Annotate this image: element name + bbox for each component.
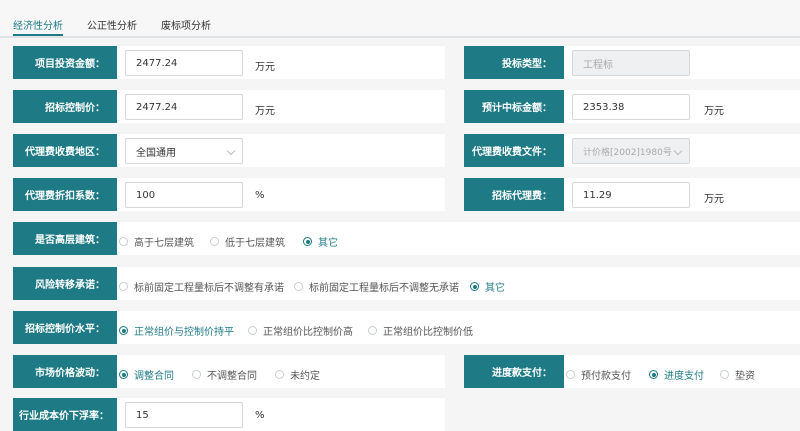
radio-label: 正常组价与控制价持平 [134, 327, 234, 338]
fee-document-cell: 计价格[2002]1980号 [564, 134, 800, 167]
radio-circle [210, 237, 219, 246]
cost-float-unit: % [255, 410, 265, 421]
discount-unit: % [255, 190, 265, 201]
radio-control-equal[interactable]: 正常组价与控制价持平 [119, 323, 234, 338]
radio-circle [368, 326, 377, 335]
radio-circle [649, 370, 658, 379]
radio-label: 未约定 [290, 371, 320, 382]
fee-document-select: 计价格[2002]1980号 [572, 138, 690, 164]
radio-circle [470, 282, 479, 291]
fee-region-cell: 全国通用 [117, 134, 445, 167]
expected-amount-cell: 2353.38 万元 [564, 90, 800, 123]
chevron-down-icon [226, 146, 236, 156]
radio-below-seven-floors[interactable]: 低于七层建筑 [210, 234, 285, 249]
market-fluct-label: 市场价格波动： [13, 355, 117, 388]
radio-circle [119, 237, 128, 246]
radio-circle [720, 370, 729, 379]
cost-float-cell: 15 % [117, 398, 445, 431]
fee-region-value: 全国通用 [136, 147, 176, 159]
radio-risk-without-promise[interactable]: 标前固定工程量标后不调整无承诺 [294, 279, 459, 294]
tab-bar: 经济性分析 公正性分析 废标项分析 [0, 0, 800, 38]
fee-region-select[interactable]: 全国通用 [125, 138, 243, 164]
investment-input[interactable]: 2477.24 [125, 50, 243, 76]
progress-pay-label: 进度款支付： [464, 355, 564, 388]
progress-pay-cell: 预付款支付 进度支付 垫资 [564, 355, 800, 388]
radio-label: 预付款支付 [581, 371, 631, 382]
tab-invalid-bid-analysis[interactable]: 废标项分析 [161, 17, 211, 32]
radio-circle [119, 370, 128, 379]
investment-cell: 2477.24 万元 [117, 46, 445, 79]
radio-no-adjust-contract[interactable]: 不调整合同 [192, 367, 257, 382]
investment-unit: 万元 [255, 62, 275, 73]
radio-label: 进度支付 [664, 371, 704, 382]
high-rise-label: 是否高层建筑： [13, 222, 117, 255]
chevron-down-icon [673, 146, 683, 156]
radio-control-lower[interactable]: 正常组价比控制价低 [368, 323, 473, 338]
radio-circle [192, 370, 201, 379]
market-fluct-cell: 调整合同 不调整合同 未约定 [117, 355, 445, 388]
radio-circle [294, 282, 303, 291]
radio-label: 其它 [318, 238, 338, 249]
fee-document-label: 代理费收费文件： [464, 134, 564, 167]
radio-label: 低于七层建筑 [225, 238, 285, 249]
radio-progress-payment[interactable]: 进度支付 [649, 367, 704, 382]
discount-label: 代理费折扣系数： [13, 178, 117, 211]
control-price-input[interactable]: 2477.24 [125, 94, 243, 120]
bid-type-cell: 工程标 [564, 46, 800, 79]
discount-cell: 100 % [117, 178, 445, 211]
radio-label: 不调整合同 [207, 371, 257, 382]
control-level-cell: 正常组价与控制价持平 正常组价比控制价高 正常组价比控制价低 [117, 311, 800, 344]
radio-label: 正常组价比控制价低 [383, 327, 473, 338]
fee-region-label: 代理费收费地区： [13, 134, 117, 167]
radio-circle [566, 370, 575, 379]
radio-not-agreed[interactable]: 未约定 [275, 367, 320, 382]
risk-transfer-cell: 标前固定工程量标后不调整有承诺 标前固定工程量标后不调整无承诺 其它 [117, 267, 800, 300]
risk-transfer-label: 风险转移承诺： [13, 267, 117, 300]
radio-control-higher[interactable]: 正常组价比控制价高 [248, 323, 353, 338]
active-tab-indicator [13, 34, 63, 36]
control-price-unit: 万元 [255, 106, 275, 117]
tab-fairness-analysis[interactable]: 公正性分析 [87, 17, 137, 32]
tab-economic-analysis[interactable]: 经济性分析 [13, 17, 63, 32]
high-rise-cell: 高于七层建筑 低于七层建筑 其它 [117, 222, 800, 255]
discount-input[interactable]: 100 [125, 182, 243, 208]
radio-adjust-contract[interactable]: 调整合同 [119, 367, 174, 382]
radio-label: 调整合同 [134, 371, 174, 382]
control-price-label: 招标控制价： [13, 90, 117, 123]
control-level-label: 招标控制价水平： [13, 311, 117, 344]
radio-label: 高于七层建筑 [134, 238, 194, 249]
control-price-cell: 2477.24 万元 [117, 90, 445, 123]
radio-circle [119, 326, 128, 335]
agency-fee-unit: 万元 [704, 194, 724, 205]
radio-high-rise-other[interactable]: 其它 [303, 234, 338, 249]
expected-amount-unit: 万元 [704, 106, 724, 117]
radio-advance-payment[interactable]: 预付款支付 [566, 367, 631, 382]
radio-label: 垫资 [735, 371, 755, 382]
agency-fee-input[interactable]: 11.29 [572, 182, 690, 208]
radio-above-seven-floors[interactable]: 高于七层建筑 [119, 234, 194, 249]
expected-amount-input[interactable]: 2353.38 [572, 94, 690, 120]
radio-label: 其它 [485, 283, 505, 294]
fee-document-value: 计价格[2002]1980号 [583, 147, 672, 158]
radio-circle [119, 282, 128, 291]
radio-label: 标前固定工程量标后不调整无承诺 [309, 283, 459, 294]
bid-type-label: 投标类型： [464, 46, 564, 79]
cost-float-label: 行业成本价下浮率： [13, 398, 117, 431]
investment-label: 项目投资金额： [13, 46, 117, 79]
expected-amount-label: 预计中标金额： [464, 90, 564, 123]
radio-label: 正常组价比控制价高 [263, 327, 353, 338]
radio-risk-with-promise[interactable]: 标前固定工程量标后不调整有承诺 [119, 279, 284, 294]
radio-circle [248, 326, 257, 335]
cost-float-input[interactable]: 15 [125, 402, 243, 428]
agency-fee-cell: 11.29 万元 [564, 178, 800, 211]
radio-self-funded[interactable]: 垫资 [720, 367, 755, 382]
bid-type-input: 工程标 [572, 50, 690, 76]
agency-fee-label: 招标代理费： [464, 178, 564, 211]
radio-label: 标前固定工程量标后不调整有承诺 [134, 283, 284, 294]
radio-risk-other[interactable]: 其它 [470, 279, 505, 294]
radio-circle [275, 370, 284, 379]
radio-circle [303, 237, 312, 246]
